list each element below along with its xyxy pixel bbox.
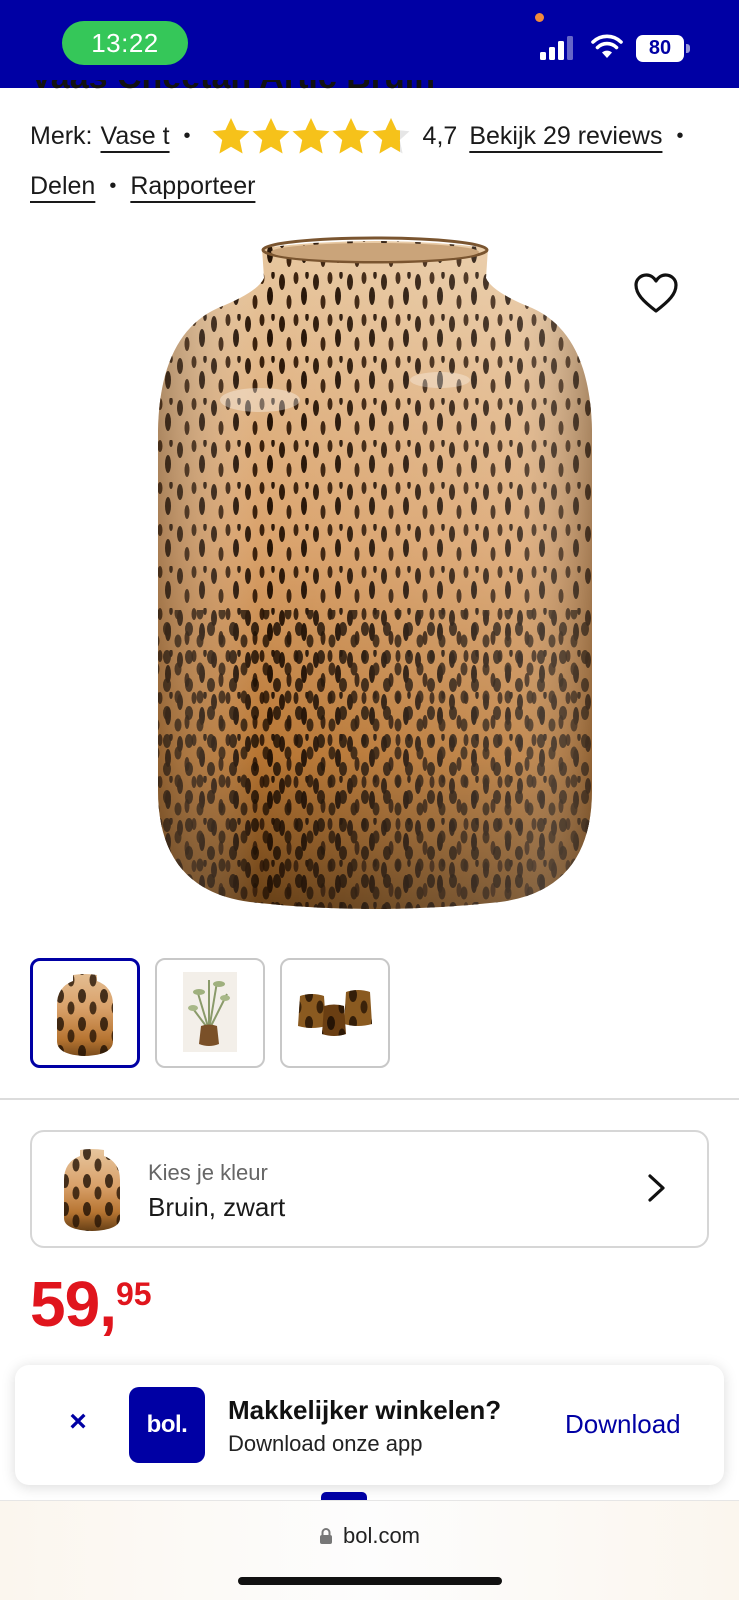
product-meta-row: Merk: Vase t • 4,7 Bekijk 29 reviews • (30, 117, 697, 155)
share-link[interactable]: Delen (30, 172, 95, 201)
product-title-text: Vaas Cheetah Artic Bruin (30, 80, 590, 94)
price-main: 59, (30, 1268, 117, 1340)
star-full-icon (292, 118, 330, 154)
section-divider (0, 1098, 739, 1100)
thumbnail-vase-with-branches[interactable] (155, 958, 265, 1068)
report-link[interactable]: Rapporteer (130, 172, 255, 201)
banner-subtitle: Download onze app (228, 1431, 423, 1456)
thumbnail-vase-group[interactable] (280, 958, 390, 1068)
close-banner-button[interactable]: × (63, 1405, 93, 1438)
vase-group-thumbnail-image (298, 990, 372, 1036)
product-actions-row: Delen • Rapporteer (30, 172, 255, 201)
url-text: bol.com (342, 1523, 421, 1548)
battery-icon: 80 (636, 35, 690, 62)
price-cents: 95 (115, 1276, 152, 1312)
variant-vase-thumbnail (64, 1149, 120, 1231)
color-variant-selector[interactable]: Kies je kleur Bruin, zwart (30, 1130, 709, 1248)
home-indicator[interactable] (238, 1577, 502, 1585)
star-full-icon (252, 118, 290, 154)
brand-link[interactable]: Vase t (101, 122, 170, 151)
separator-dot: • (183, 124, 191, 147)
star-partial-icon (372, 118, 410, 154)
variant-label: Kies je kleur (148, 1160, 268, 1185)
star-full-icon (212, 118, 250, 154)
lock-icon (319, 1528, 332, 1544)
wishlist-heart-icon[interactable] (633, 272, 679, 314)
rating-stars[interactable] (211, 117, 411, 155)
reviews-link[interactable]: Bekijk 29 reviews (469, 122, 662, 151)
bol-logo: bol. (129, 1387, 205, 1463)
battery-level: 80 (636, 35, 684, 62)
brand-label: Merk: (30, 121, 93, 150)
product-main-image[interactable] (140, 230, 610, 930)
chevron-right-icon (648, 1174, 665, 1202)
variant-value: Bruin, zwart (148, 1192, 286, 1222)
product-price: 59, 95 (30, 1272, 152, 1336)
thumbnail-vase-front[interactable] (30, 958, 140, 1068)
rating-value: 4,7 (422, 121, 458, 150)
download-app-link[interactable]: Download (565, 1409, 681, 1440)
vase-thumbnail-image (57, 974, 113, 1056)
status-clock: 13:22 (62, 21, 188, 65)
wifi-icon (591, 34, 623, 58)
browser-address-bar[interactable]: bol.com (0, 1500, 739, 1600)
app-download-banner: × bol. Makkelijker winkelen? Download on… (15, 1365, 724, 1485)
status-bar: 13:22 80 (0, 0, 739, 88)
separator-dot: • (676, 124, 684, 147)
cellular-signal-icon (540, 36, 573, 60)
vase-branches-thumbnail-image (183, 972, 237, 1052)
star-full-icon (332, 118, 370, 154)
product-title-cutoff: Vaas Cheetah Artic Bruin (30, 80, 590, 94)
separator-dot: • (109, 175, 117, 197)
privacy-indicator-dot (535, 13, 544, 22)
banner-title: Makkelijker winkelen? (228, 1395, 502, 1425)
